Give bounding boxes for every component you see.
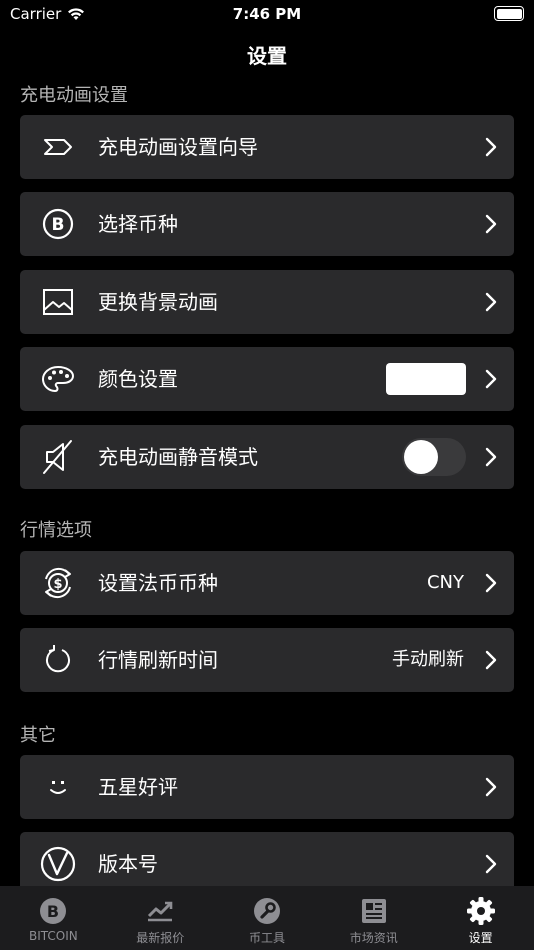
wrench-tab-icon (252, 896, 282, 926)
chevron-right-icon (485, 650, 497, 670)
version-icon (40, 846, 76, 882)
tab-settings[interactable]: 设置 (427, 886, 534, 950)
tab-label: 最新报价 (136, 931, 185, 945)
row-value-fiat: CNY (426, 572, 464, 593)
bitcoin-tab-icon: B (38, 896, 68, 926)
row-select-coin[interactable]: B 选择币种 (20, 192, 514, 256)
row-label: 行情刷新时间 (98, 648, 218, 672)
smile-icon (40, 769, 76, 805)
svg-text:B: B (47, 902, 59, 921)
tab-label: 市场资讯 (349, 931, 398, 945)
tab-market-news[interactable]: 市场资讯 (320, 886, 427, 950)
status-bar: Carrier 7:46 PM (0, 0, 534, 30)
tab-bitcoin[interactable]: B BITCOIN (0, 886, 107, 950)
row-label: 颜色设置 (98, 367, 178, 391)
row-mute-mode[interactable]: 充电动画静音模式 (20, 425, 514, 489)
tab-label: 设置 (468, 931, 493, 945)
row-value-refresh: 手动刷新 (392, 649, 464, 670)
chevron-right-icon (485, 369, 497, 389)
mute-icon (40, 439, 76, 475)
color-swatch[interactable] (386, 363, 466, 395)
row-label: 选择币种 (98, 212, 178, 236)
image-icon (40, 284, 76, 320)
mute-toggle[interactable] (402, 438, 466, 476)
tab-coin-tools[interactable]: 币工具 (214, 886, 321, 950)
row-five-star-rating[interactable]: 五星好评 (20, 755, 514, 819)
chevron-right-icon (485, 447, 497, 467)
status-time: 7:46 PM (232, 5, 302, 23)
row-change-background[interactable]: 更换背景动画 (20, 270, 514, 334)
bitcoin-icon: B (40, 206, 76, 242)
news-tab-icon (359, 896, 389, 926)
svg-text:$: $ (53, 577, 62, 592)
palette-icon (40, 361, 76, 397)
tab-label: 币工具 (248, 931, 285, 945)
row-refresh-interval[interactable]: 行情刷新时间 手动刷新 (20, 628, 514, 692)
svg-text:B: B (52, 215, 65, 235)
section-header-charging: 充电动画设置 (20, 85, 128, 106)
chart-tab-icon (145, 896, 175, 926)
chevron-right-icon (485, 214, 497, 234)
tab-label: BITCOIN (29, 929, 78, 943)
row-label: 更换背景动画 (98, 290, 218, 314)
section-header-market: 行情选项 (20, 520, 92, 541)
row-label: 设置法币币种 (98, 571, 218, 595)
chevron-right-icon (485, 854, 497, 874)
row-color-settings[interactable]: 颜色设置 (20, 347, 514, 411)
chevron-right-icon (485, 573, 497, 593)
arrow-chevron-icon (40, 129, 76, 165)
row-label: 充电动画静音模式 (98, 445, 258, 469)
currency-exchange-icon: $ (40, 565, 76, 601)
row-fiat-currency[interactable]: $ 设置法币币种 CNY (20, 551, 514, 615)
row-label: 五星好评 (98, 775, 178, 799)
refresh-icon (40, 642, 76, 678)
chevron-right-icon (485, 777, 497, 797)
row-charging-wizard[interactable]: 充电动画设置向导 (20, 115, 514, 179)
toggle-knob (404, 440, 438, 474)
tab-latest-quotes[interactable]: 最新报价 (107, 886, 214, 950)
row-label: 充电动画设置向导 (98, 135, 258, 159)
chevron-right-icon (485, 137, 497, 157)
page-title: 设置 (247, 44, 287, 68)
battery-icon (494, 6, 524, 21)
chevron-right-icon (485, 292, 497, 312)
section-header-other: 其它 (20, 725, 56, 746)
gear-tab-icon (466, 896, 496, 926)
tab-bar: B BITCOIN 最新报价 币工具 市场资讯 设置 (0, 886, 534, 950)
